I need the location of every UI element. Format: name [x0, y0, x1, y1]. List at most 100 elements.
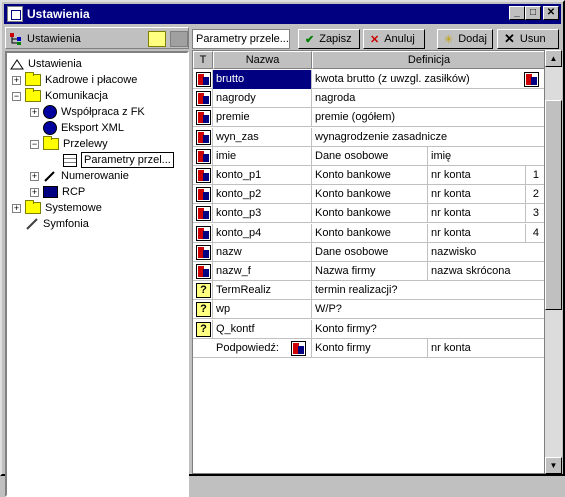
definition-cell[interactable]: premie (ogółem): [312, 108, 544, 127]
tree-node-parametry-przelewow[interactable]: Parametry przel...: [63, 152, 174, 168]
index-cell[interactable]: 3: [526, 204, 544, 223]
new-folder-icon[interactable]: [148, 31, 166, 47]
name-cell[interactable]: nazw_f: [213, 262, 312, 281]
name-cell[interactable]: Q_kontf: [213, 320, 312, 339]
name-cell[interactable]: TermRealiz: [213, 281, 312, 300]
maximize-button[interactable]: □: [525, 6, 541, 20]
definition-cell[interactable]: W/P?: [312, 300, 544, 319]
collapse-icon[interactable]: −: [12, 91, 21, 101]
tree-node-numerowanie[interactable]: + Numerowanie: [30, 168, 129, 184]
definition-picker-icon[interactable]: [524, 72, 539, 87]
name-cell[interactable]: premie: [213, 108, 312, 127]
definition-cell[interactable]: kwota brutto (z uwzgl. zasiłków): [312, 70, 544, 89]
table-row[interactable]: brutto kwota brutto (z uwzgl. zasiłków): [193, 70, 544, 89]
name-cell[interactable]: konto_p4: [213, 224, 312, 243]
save-button[interactable]: ✔ Zapisz: [298, 29, 360, 49]
tree-node-komunikacja[interactable]: − Komunikacja: [12, 88, 108, 104]
vertical-scrollbar[interactable]: ▲ ▼: [545, 50, 562, 474]
table-row[interactable]: konto_p1 Konto bankowe nr konta 1: [193, 166, 544, 185]
type-cell: ?: [193, 300, 213, 319]
close-button[interactable]: ✕: [543, 6, 559, 20]
table-row[interactable]: ? TermRealiz termin realizacji?: [193, 281, 544, 300]
name-cell[interactable]: nazw: [213, 243, 312, 262]
table-row[interactable]: premie premie (ogółem): [193, 108, 544, 127]
definition-cell[interactable]: Dane osobowe: [312, 147, 428, 166]
question-icon: ?: [196, 283, 211, 298]
current-section-field[interactable]: Parametry przele...: [192, 29, 290, 49]
definition-detail-cell[interactable]: nazwisko: [428, 243, 544, 262]
definition-detail-cell[interactable]: nr konta: [428, 224, 526, 243]
definition-cell[interactable]: Dane osobowe: [312, 243, 428, 262]
expand-icon[interactable]: +: [30, 187, 39, 197]
definition-cell[interactable]: Konto bankowe: [312, 166, 428, 185]
add-button[interactable]: ✳ Dodaj: [437, 29, 493, 49]
delete-button[interactable]: ✕ Usun: [497, 29, 559, 49]
col-header-definicja[interactable]: Definicja: [312, 51, 544, 69]
table-row[interactable]: konto_p3 Konto bankowe nr konta 3: [193, 204, 544, 223]
expand-icon[interactable]: +: [12, 203, 21, 213]
cancel-x-icon: ✕: [370, 33, 380, 46]
definition-cell[interactable]: Konto bankowe: [312, 185, 428, 204]
index-cell[interactable]: 4: [526, 224, 544, 243]
definition-cell[interactable]: nagroda: [312, 89, 544, 108]
cancel-button[interactable]: ✕ Anuluj: [363, 29, 425, 49]
tree-node-systemowe[interactable]: + Systemowe: [12, 200, 102, 216]
index-cell[interactable]: 1: [526, 166, 544, 185]
definition-cell[interactable]: Konto bankowe: [312, 224, 428, 243]
definition-cell[interactable]: Konto bankowe: [312, 204, 428, 223]
table-row[interactable]: nazw_f Nazwa firmy nazwa skrócona: [193, 262, 544, 281]
expand-icon[interactable]: +: [30, 107, 39, 117]
table-row[interactable]: imie Dane osobowe imię: [193, 147, 544, 166]
table-row[interactable]: nagrody nagroda: [193, 89, 544, 108]
type-cell: [193, 89, 213, 108]
name-cell[interactable]: wyn_zas: [213, 128, 312, 147]
index-cell[interactable]: 2: [526, 185, 544, 204]
tree-label: Systemowe: [45, 202, 102, 214]
col-header-nazwa[interactable]: Nazwa: [213, 51, 312, 69]
table-row[interactable]: ? Q_kontf Konto firmy?: [193, 320, 544, 339]
scroll-down-icon[interactable]: ▼: [545, 457, 562, 474]
definition-cell[interactable]: termin realizacji?: [312, 281, 544, 300]
table-row[interactable]: wyn_zas wynagrodzenie zasadnicze: [193, 128, 544, 147]
table-row[interactable]: nazw Dane osobowe nazwisko: [193, 243, 544, 262]
type-cell: [193, 70, 213, 89]
name-cell[interactable]: imie: [213, 147, 312, 166]
name-cell[interactable]: konto_p1: [213, 166, 312, 185]
tree-node-rcp[interactable]: + RCP: [30, 184, 85, 200]
name-cell[interactable]: konto_p2: [213, 185, 312, 204]
definition-cell[interactable]: Nazwa firmy: [312, 262, 428, 281]
red-blue-icon: [196, 245, 211, 260]
table-row[interactable]: konto_p2 Konto bankowe nr konta 2: [193, 185, 544, 204]
name-cell[interactable]: konto_p3: [213, 204, 312, 223]
type-cell: [193, 128, 213, 147]
tree-node-root[interactable]: Ustawienia: [10, 56, 82, 72]
definition-detail-cell[interactable]: nazwa skrócona: [428, 262, 544, 281]
tree-node-przelewy[interactable]: − Przelewy: [30, 136, 108, 152]
definition-cell[interactable]: Konto firmy?: [312, 320, 544, 339]
definitions-grid: T Nazwa Definicja brutto kwota brutto (z …: [192, 50, 545, 474]
tree-node-kadrowe[interactable]: + Kadrowe i płacowe: [12, 72, 137, 88]
scroll-up-icon[interactable]: ▲: [545, 50, 562, 67]
definition-detail-cell[interactable]: nr konta: [428, 166, 526, 185]
check-icon: ✔: [305, 33, 315, 46]
tree-node-symfonia[interactable]: Symfonia: [25, 216, 89, 232]
definition-detail-cell[interactable]: nr konta: [428, 185, 526, 204]
expand-icon[interactable]: +: [30, 171, 39, 181]
question-icon: ?: [196, 302, 211, 317]
definition-detail-cell[interactable]: nr konta: [428, 204, 526, 223]
tree-node-eksport-xml[interactable]: Eksport XML: [43, 120, 124, 136]
table-row[interactable]: ? wp W/P?: [193, 300, 544, 319]
definition-detail-cell[interactable]: imię: [428, 147, 544, 166]
name-cell[interactable]: wp: [213, 300, 312, 319]
left-header-label: Ustawienia: [27, 33, 81, 45]
name-cell[interactable]: brutto: [213, 70, 312, 89]
scroll-thumb[interactable]: [545, 100, 562, 310]
definition-cell[interactable]: wynagrodzenie zasadnicze: [312, 128, 544, 147]
expand-icon[interactable]: +: [12, 75, 21, 85]
name-cell[interactable]: nagrody: [213, 89, 312, 108]
collapse-icon[interactable]: −: [30, 139, 39, 149]
table-row[interactable]: konto_p4 Konto bankowe nr konta 4: [193, 224, 544, 243]
tree-node-wspolpraca[interactable]: + Współpraca z FK: [30, 104, 145, 120]
col-header-t[interactable]: T: [193, 51, 213, 69]
minimize-button[interactable]: _: [509, 6, 525, 20]
